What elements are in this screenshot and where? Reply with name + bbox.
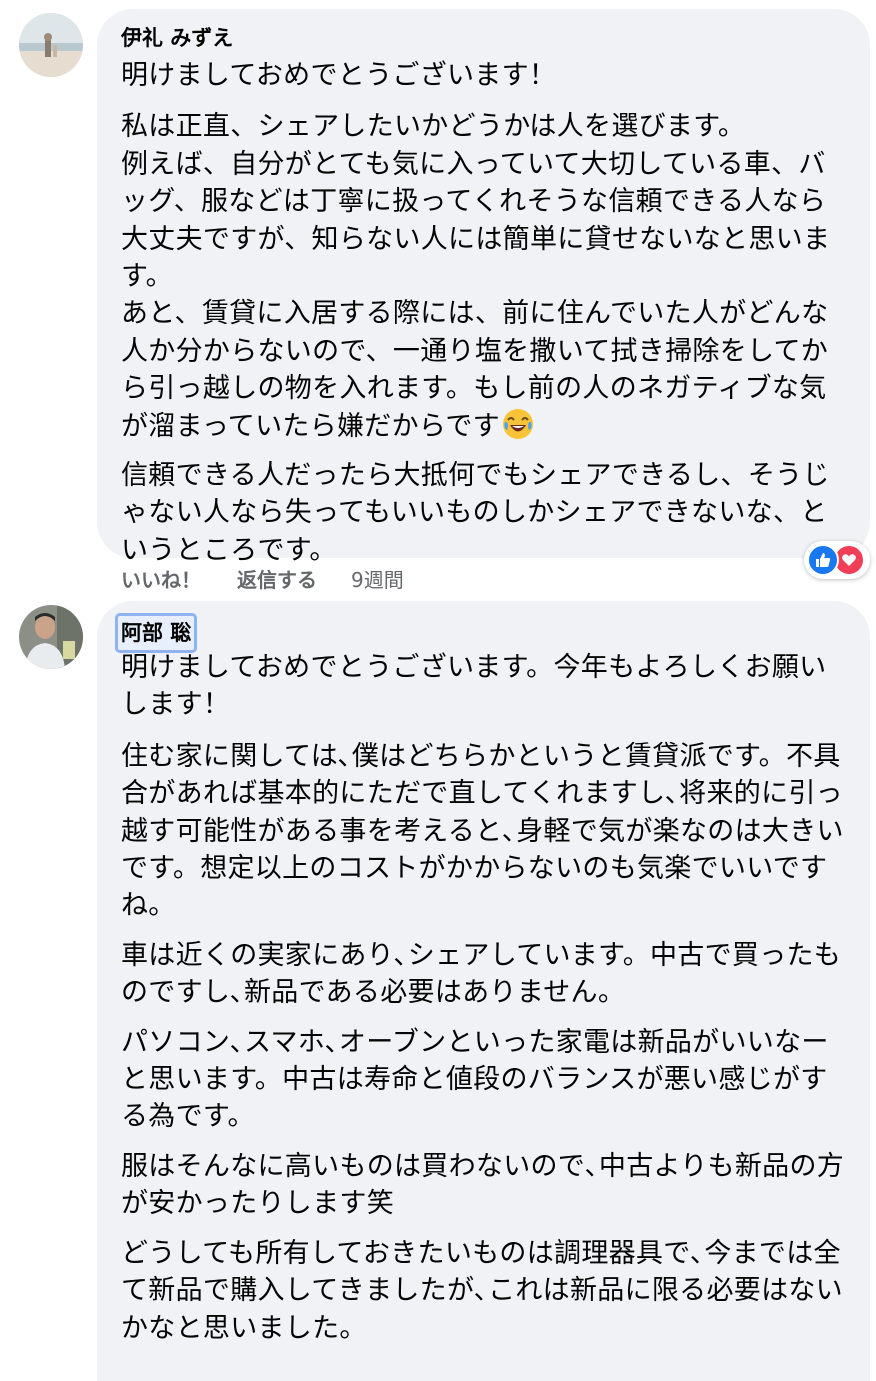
comment-thread: 伊礼 みずえ 明けましておめでとうございます！ 私は正直、シェアしたいかどうかは… — [0, 0, 876, 1381]
comment-paragraph: 服はそんなに高いものは買わないので､中古よりも新品の方が安かったりします笑 — [121, 1150, 845, 1220]
like-icon — [807, 544, 839, 576]
comment-paragraph-text: 私は正直、シェアしたいかどうかは人を選びます。 例えば、自分がとても気に入ってい… — [121, 111, 831, 442]
avatar[interactable] — [19, 605, 83, 669]
comment-paragraph: 住む家に関しては､僕はどちらかというと賃貸派です。不具合があれば基本的にただで直… — [121, 740, 844, 922]
comment-actions: いいね！ 返信する 9週間 — [121, 558, 404, 598]
comment-timestamp[interactable]: 9週間 — [351, 564, 404, 593]
comment-paragraph: 車は近くの実家にあり､シェアしています。中古で買ったものですし､新品である必要は… — [121, 939, 842, 1009]
like-button[interactable]: いいね！ — [121, 564, 201, 593]
comment-paragraph: 明けましておめでとうございます。今年もよろしくお願いします！ — [121, 652, 827, 721]
avatar-photo-icon — [19, 605, 83, 669]
comment-author[interactable]: 伊礼 みずえ — [121, 21, 850, 55]
laughing-tears-emoji-icon — [502, 408, 534, 440]
reactions-summary[interactable] — [804, 541, 870, 579]
comment-author-name[interactable]: 阿部 聡 — [115, 613, 198, 653]
comment-paragraph: パソコン､スマホ､オーブンといった家電は新品がいいなーと思います。中古は寿命と値… — [121, 1026, 829, 1133]
reply-button[interactable]: 返信する — [237, 564, 317, 593]
comment-paragraph: どうしても所有しておきたいものは調理器具で､今までは全て新品で購入してきましたが… — [121, 1237, 843, 1344]
comment-paragraph: 信頼できる人だったら大抵何でもシェアできるし、そうじゃない人なら失ってもいいもの… — [121, 460, 830, 566]
comment-paragraph: 明けましておめでとうございます！ — [121, 60, 557, 91]
comment-bubble: 伊礼 みずえ 明けましておめでとうございます！ 私は正直、シェアしたいかどうかは… — [97, 9, 870, 566]
avatar-photo-icon — [19, 13, 83, 77]
comment-author[interactable]: 阿部 聡 — [115, 613, 850, 653]
avatar[interactable] — [19, 13, 83, 77]
comment-paragraph: 私は正直、シェアしたいかどうかは人を選びます。 例えば、自分がとても気に入ってい… — [121, 108, 850, 445]
comment-bubble: 阿部 聡 明けましておめでとうございます。今年もよろしくお願いします！ 住む家に… — [97, 601, 870, 1381]
